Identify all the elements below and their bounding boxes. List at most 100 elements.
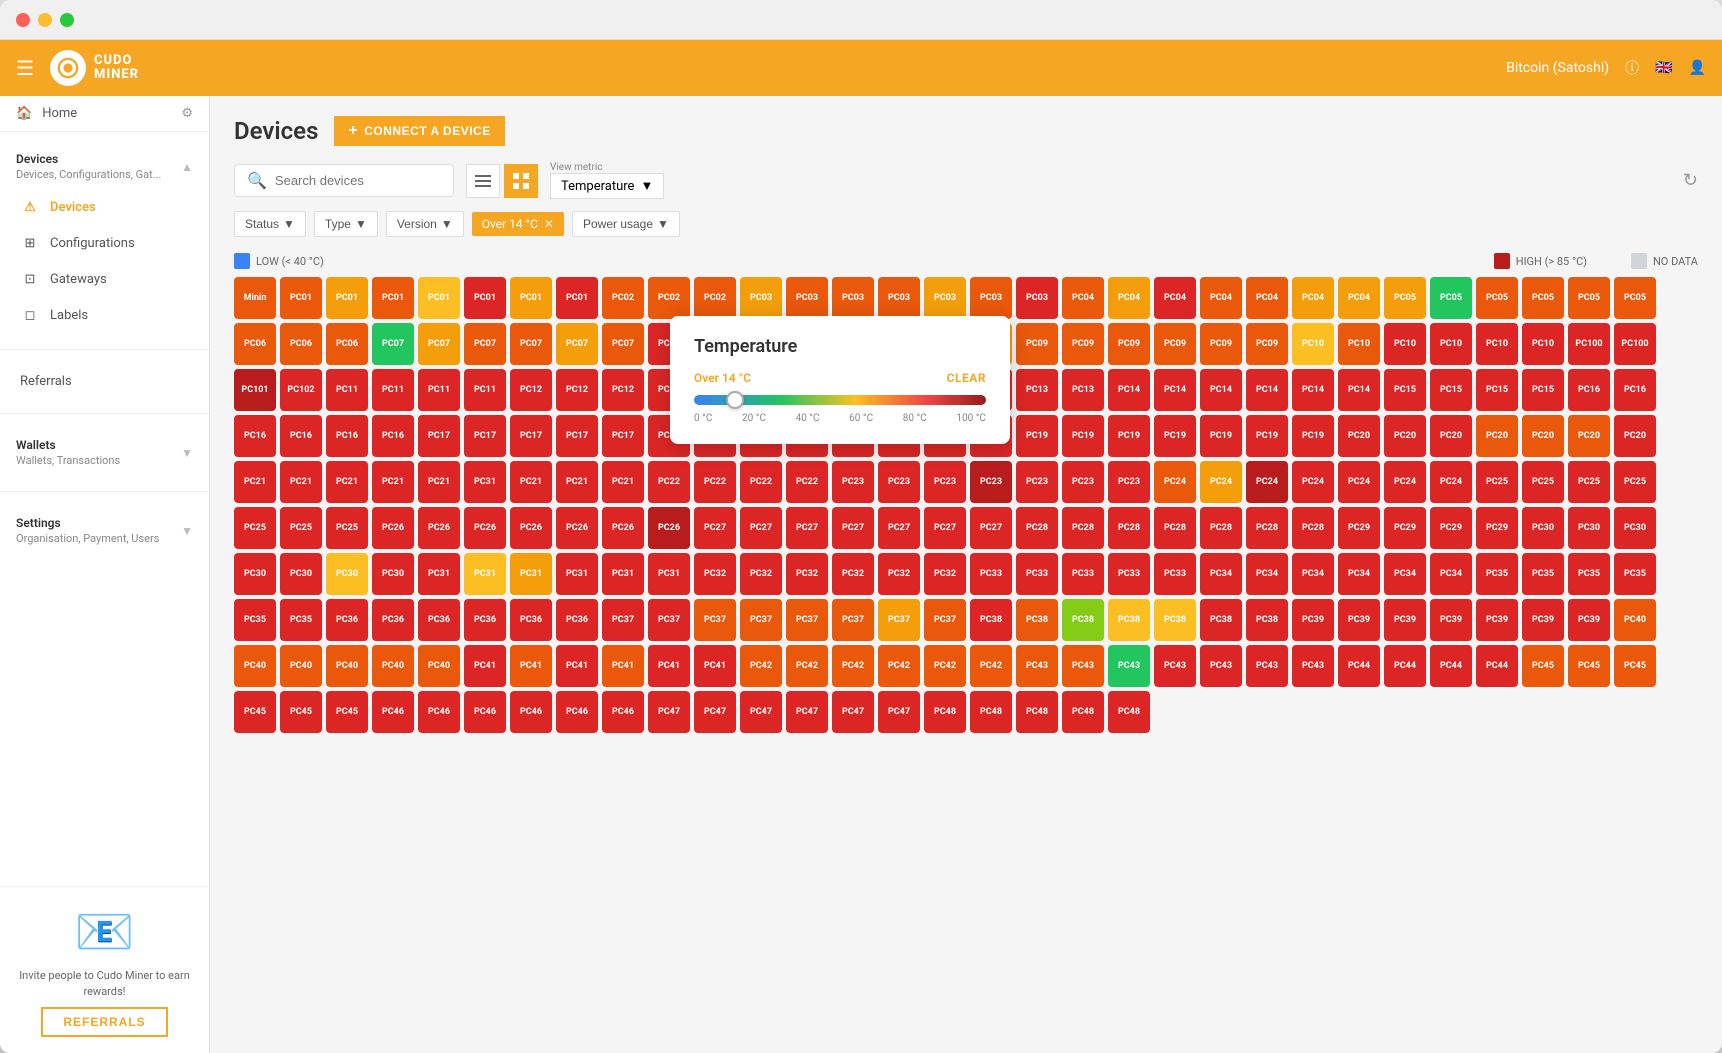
device-tile[interactable]: PC07 [602,323,644,365]
device-tile[interactable]: PC01 [280,277,322,319]
device-tile[interactable]: PC27 [878,507,920,549]
device-tile[interactable]: PC47 [740,691,782,733]
device-tile[interactable]: PC44 [1430,645,1472,687]
device-tile[interactable]: PC39 [1476,599,1518,641]
device-tile[interactable]: PC21 [326,461,368,503]
settings-expand-icon[interactable]: ▼ [181,524,193,538]
device-tile[interactable]: PC40 [280,645,322,687]
device-tile[interactable]: PC17 [556,415,598,457]
device-tile[interactable]: PC01 [372,277,414,319]
device-tile[interactable]: PC24 [1154,461,1196,503]
device-tile[interactable]: PC41 [602,645,644,687]
device-tile[interactable]: PC32 [694,553,736,595]
device-tile[interactable]: PC41 [648,645,690,687]
minimize-button[interactable] [38,13,52,27]
power-usage-filter[interactable]: Power usage ▼ [572,211,680,237]
device-tile[interactable]: PC15 [1384,369,1426,411]
device-tile[interactable]: PC36 [464,599,506,641]
device-tile[interactable]: PC39 [1568,599,1610,641]
maximize-button[interactable] [60,13,74,27]
device-tile[interactable]: PC25 [326,507,368,549]
device-tile[interactable]: PC03 [878,277,920,319]
device-tile[interactable]: PC15 [1522,369,1564,411]
device-tile[interactable]: PC33 [970,553,1012,595]
device-tile[interactable]: PC19 [1246,415,1288,457]
device-tile[interactable]: PC34 [1430,553,1472,595]
device-tile[interactable]: PC16 [326,415,368,457]
device-tile[interactable]: PC24 [1246,461,1288,503]
device-tile[interactable]: PC30 [326,553,368,595]
device-tile[interactable]: PC36 [556,599,598,641]
device-tile[interactable]: PC20 [1568,415,1610,457]
device-tile[interactable]: PC41 [694,645,736,687]
device-tile[interactable]: Minin [234,277,276,319]
device-tile[interactable]: PC04 [1108,277,1150,319]
device-tile[interactable]: PC10 [1338,323,1380,365]
device-tile[interactable]: PC04 [1246,277,1288,319]
device-tile[interactable]: PC02 [694,277,736,319]
device-tile[interactable]: PC10 [1476,323,1518,365]
device-tile[interactable]: PC27 [786,507,828,549]
device-tile[interactable]: PC43 [1062,645,1104,687]
device-tile[interactable]: PC38 [1062,599,1104,641]
temp-slider-thumb[interactable] [726,391,744,409]
device-tile[interactable]: PC16 [280,415,322,457]
device-tile[interactable]: PC14 [1200,369,1242,411]
device-tile[interactable]: PC09 [1108,323,1150,365]
device-tile[interactable]: PC10 [1292,323,1334,365]
device-tile[interactable]: PC16 [234,415,276,457]
device-tile[interactable]: PC16 [1568,369,1610,411]
device-tile[interactable]: PC101 [234,369,276,411]
device-tile[interactable]: PC20 [1338,415,1380,457]
device-tile[interactable]: PC39 [1292,599,1334,641]
device-tile[interactable]: PC01 [556,277,598,319]
device-tile[interactable]: PC19 [1016,415,1058,457]
temp-active-filter[interactable]: Over 14 °C ✕ [472,212,564,236]
device-tile[interactable]: PC28 [1246,507,1288,549]
device-tile[interactable]: PC42 [832,645,874,687]
referrals-button[interactable]: REFERRALS [41,1007,167,1037]
device-tile[interactable]: PC21 [556,461,598,503]
device-tile[interactable]: PC03 [1016,277,1058,319]
device-tile[interactable]: PC45 [1614,645,1656,687]
device-tile[interactable]: PC26 [372,507,414,549]
device-tile[interactable]: PC07 [418,323,460,365]
refresh-button[interactable]: ↻ [1683,170,1698,191]
device-tile[interactable]: PC102 [280,369,322,411]
device-tile[interactable]: PC28 [1016,507,1058,549]
device-tile[interactable]: PC48 [970,691,1012,733]
device-tile[interactable]: PC32 [924,553,966,595]
device-tile[interactable]: PC44 [1476,645,1518,687]
sidebar-item-devices[interactable]: ⚠ Devices [4,189,205,225]
device-tile[interactable]: PC21 [602,461,644,503]
user-icon[interactable]: 👤 [1689,60,1706,76]
device-tile[interactable]: PC36 [418,599,460,641]
device-tile[interactable]: PC17 [418,415,460,457]
sidebar-item-gateways[interactable]: ⊡ Gateways [4,261,205,297]
device-tile[interactable]: PC16 [372,415,414,457]
device-tile[interactable]: PC21 [234,461,276,503]
device-tile[interactable]: PC35 [1522,553,1564,595]
device-tile[interactable]: PC23 [970,461,1012,503]
device-tile[interactable]: PC32 [786,553,828,595]
device-tile[interactable]: PC33 [1062,553,1104,595]
device-tile[interactable]: PC28 [1200,507,1242,549]
device-tile[interactable]: PC39 [1430,599,1472,641]
device-tile[interactable]: PC45 [1522,645,1564,687]
device-tile[interactable]: PC25 [1568,461,1610,503]
device-tile[interactable]: PC12 [510,369,552,411]
sidebar-item-labels[interactable]: ◻ Labels [4,297,205,333]
device-tile[interactable]: PC25 [234,507,276,549]
device-tile[interactable]: PC38 [1154,599,1196,641]
device-tile[interactable]: PC37 [924,599,966,641]
device-tile[interactable]: PC30 [372,553,414,595]
device-tile[interactable]: PC39 [1522,599,1564,641]
device-tile[interactable]: PC16 [1614,369,1656,411]
device-tile[interactable]: PC35 [234,599,276,641]
device-tile[interactable]: PC05 [1476,277,1518,319]
device-tile[interactable]: PC04 [1200,277,1242,319]
device-tile[interactable]: PC23 [1016,461,1058,503]
device-tile[interactable]: PC11 [464,369,506,411]
device-tile[interactable]: PC15 [1430,369,1472,411]
device-tile[interactable]: PC43 [1108,645,1150,687]
